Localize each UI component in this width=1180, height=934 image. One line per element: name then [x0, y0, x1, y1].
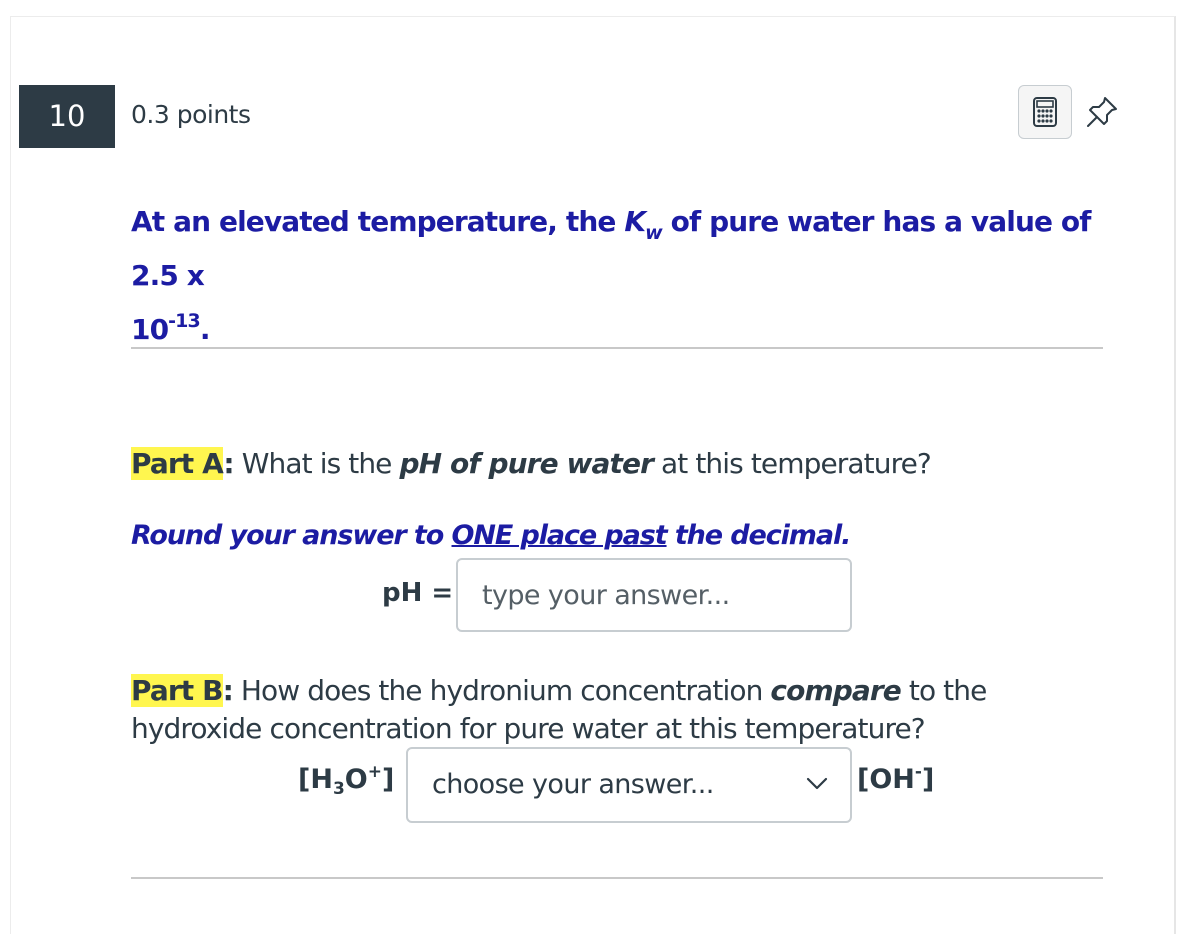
part-b-colon: :: [222, 674, 234, 707]
part-a-label: Part A: [131, 447, 224, 480]
h3o-open: [H: [298, 764, 333, 795]
stem-base: 10: [131, 313, 169, 346]
comparison-select-value: choose your answer...: [432, 769, 714, 800]
part-b-prompt: Part B: How does the hydronium concentra…: [131, 672, 1111, 748]
round-post: the decimal.: [666, 520, 852, 551]
question-points: 0.3 points: [131, 100, 251, 129]
kw-subscript: w: [645, 222, 663, 244]
h3o-close: ]: [381, 764, 395, 795]
stem-end: .: [199, 313, 211, 346]
h3o-subscript: 3: [332, 779, 345, 799]
divider-bottom: [131, 877, 1103, 879]
hydronium-label: [H3O+]: [298, 762, 395, 798]
divider-top: [131, 347, 1103, 349]
pin-icon: [1087, 97, 1117, 127]
chevron-down-icon: [806, 777, 828, 790]
part-a-emphasis: pH of pure water: [399, 447, 654, 480]
calculator-icon: [1033, 97, 1057, 127]
kw-symbol: K: [624, 205, 646, 238]
comparison-select[interactable]: choose your answer...: [406, 747, 852, 823]
calculator-button[interactable]: [1018, 85, 1072, 139]
question-stem: At an elevated temperature, the Kw of pu…: [131, 195, 1121, 357]
part-b-label: Part B: [131, 674, 223, 707]
question-number-badge: 10: [19, 85, 115, 148]
h3o-oxygen: O: [344, 764, 368, 795]
h3o-charge: +: [367, 762, 382, 782]
part-a-prompt: Part A: What is the pH of pure water at …: [131, 445, 932, 483]
quiz-page: 10 0.3 points At an elevated temperature…: [0, 0, 1180, 934]
ph-input-label: pH =: [382, 578, 454, 608]
part-a-text1: What is the: [233, 447, 400, 480]
rounding-instruction: Round your answer to ONE place past the …: [131, 520, 852, 551]
oh-open: [OH: [857, 764, 915, 795]
pin-question-button[interactable]: [1082, 92, 1122, 132]
oh-charge: -: [914, 762, 922, 782]
hydroxide-label: [OH-]: [857, 762, 935, 796]
part-b-text1: How does the hydronium concentration: [232, 674, 771, 707]
stem-exponent: -13: [168, 310, 201, 332]
part-b-emphasis: compare: [770, 674, 901, 707]
part-a-colon: :: [223, 447, 234, 480]
part-a-text2: at this temperature?: [652, 447, 932, 480]
ph-answer-input[interactable]: [456, 558, 852, 632]
stem-prefix: At an elevated temperature, the: [131, 205, 625, 238]
oh-close: ]: [921, 764, 935, 795]
round-underlined: ONE place past: [451, 520, 668, 551]
round-pre: Round your answer to: [131, 520, 452, 551]
